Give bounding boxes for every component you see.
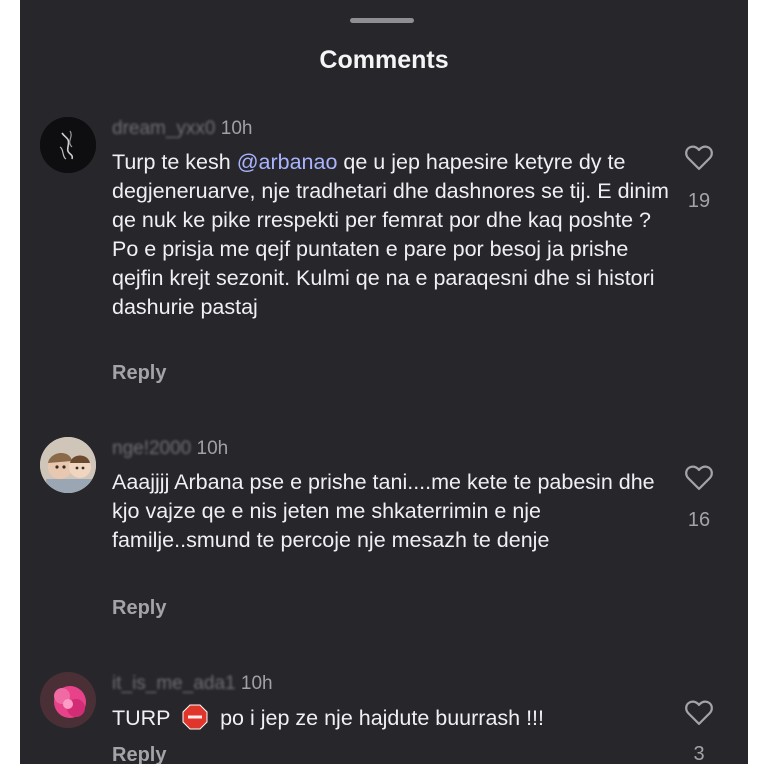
- stop-sign-emoji-icon: [182, 704, 208, 730]
- pink-flower-avatar-icon[interactable]: [40, 672, 96, 728]
- mention-link[interactable]: @arbanao: [237, 150, 338, 174]
- reply-button[interactable]: Reply: [112, 597, 166, 620]
- like-count: 3: [693, 743, 705, 764]
- comment-text: TURP po i jep ze nje hajdute buurrash !!…: [112, 704, 545, 730]
- children-photo-avatar-icon[interactable]: [40, 437, 96, 493]
- like-count: 19: [687, 190, 711, 212]
- sheet-title: Comments: [319, 46, 449, 74]
- heart-icon[interactable]: [684, 143, 714, 171]
- comment-username[interactable]: dream_yxx0 10h: [112, 118, 252, 140]
- drag-handle[interactable]: [350, 18, 414, 23]
- comment-username[interactable]: it_is_me_ada1 10h: [112, 673, 273, 695]
- comment-text: Turp te kesh @arbanao qe u jep hapesire …: [112, 150, 669, 319]
- reply-button[interactable]: Reply: [112, 362, 166, 385]
- comment-text: Aaajjjj Arbana pse e prishe tani....me k…: [112, 470, 655, 552]
- like-count: 16: [687, 509, 711, 531]
- comment-username[interactable]: nge!2000 10h: [112, 438, 228, 460]
- dark-avatar-icon[interactable]: [40, 117, 96, 173]
- comments-sheet: Comments dream_yxx0 10h Turp te kesh @ar…: [20, 0, 748, 764]
- reply-button[interactable]: Reply: [112, 744, 166, 764]
- heart-icon[interactable]: [684, 698, 714, 726]
- heart-icon[interactable]: [684, 463, 714, 491]
